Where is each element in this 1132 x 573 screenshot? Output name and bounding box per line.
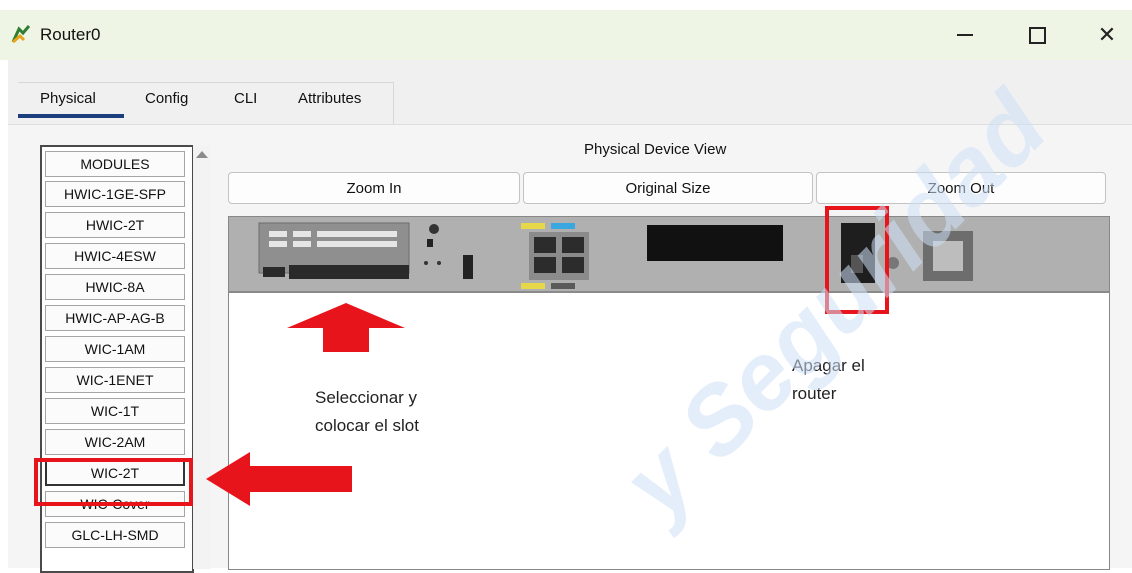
annotation-overlay bbox=[34, 206, 889, 506]
left-arrow-icon bbox=[206, 452, 352, 506]
up-arrow-icon bbox=[287, 303, 405, 352]
module-highlight-box bbox=[34, 458, 193, 506]
